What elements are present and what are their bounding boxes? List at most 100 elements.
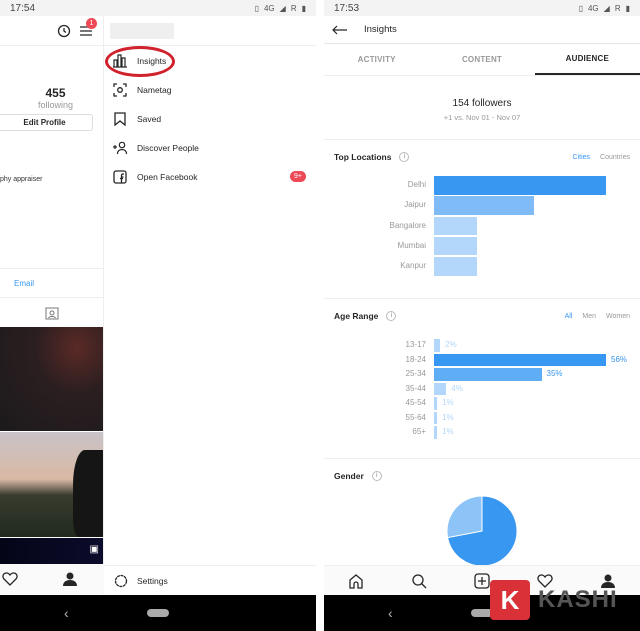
username-placeholder — [110, 22, 174, 39]
back-arrow-icon[interactable] — [332, 25, 348, 35]
age-bar — [434, 339, 441, 352]
info-icon[interactable]: i — [386, 311, 397, 321]
age-label: 35-44 — [405, 383, 426, 393]
age-range-section: Age Range i All Men Women 13-17 2% 18-24 56%… — [324, 299, 640, 459]
add-person-icon — [112, 140, 128, 156]
insights-header: Insights — [324, 16, 640, 44]
screen-divider — [316, 0, 324, 631]
nametag-icon — [112, 82, 128, 98]
age-bar — [434, 368, 542, 381]
post-thumbnail[interactable] — [0, 432, 103, 537]
age-value-label: 35% — [546, 369, 563, 378]
following-label[interactable]: following — [8, 100, 103, 110]
section-title: Gender — [334, 471, 364, 481]
email-button[interactable]: Email — [0, 268, 103, 298]
watermark-text: KASHI — [538, 586, 618, 613]
new-post-icon[interactable] — [474, 572, 490, 589]
search-icon[interactable] — [411, 573, 427, 589]
home-icon[interactable] — [348, 573, 364, 589]
profile-panel: 1 455 following Edit Profile phy apprais… — [0, 16, 104, 595]
location-label: Jaipur — [404, 200, 426, 210]
menu-item-label: Nametag — [137, 84, 172, 95]
age-label: 18-24 — [405, 354, 426, 364]
edit-profile-button[interactable]: Edit Profile — [0, 114, 93, 131]
age-value-label: 4% — [451, 383, 463, 393]
section-title: Top Locations — [334, 152, 392, 162]
info-icon[interactable]: i — [399, 152, 410, 162]
insights-tabs: ACTIVITY CONTENT AUDIENCE — [324, 44, 640, 76]
age-value-label: 56% — [611, 354, 628, 364]
menu-item-open-facebook[interactable]: Open Facebook 9+ — [104, 162, 316, 191]
info-icon[interactable]: i — [371, 471, 382, 481]
bookmark-icon — [112, 111, 128, 127]
post-thumbnail[interactable] — [0, 327, 103, 431]
filter-cities[interactable]: Cities — [573, 154, 591, 161]
location-bar — [434, 196, 534, 215]
facebook-notification-badge: 9+ — [290, 171, 306, 182]
network-type: 4G — [263, 3, 275, 13]
android-home-button[interactable] — [147, 609, 169, 617]
menu-item-label: Saved — [137, 113, 162, 124]
facebook-icon — [112, 169, 128, 185]
age-value-label: 1% — [442, 427, 454, 436]
age-bar — [434, 353, 606, 366]
age-bar — [434, 382, 447, 395]
roaming-indicator: R — [290, 3, 297, 13]
age-bar — [434, 426, 438, 439]
tagged-tab[interactable] — [0, 298, 103, 328]
post-thumbnail[interactable]: ▣ — [0, 538, 103, 564]
section-title: Age Range — [334, 311, 379, 321]
menu-item-saved[interactable]: Saved — [104, 104, 316, 133]
filter-men[interactable]: Men — [582, 313, 596, 320]
menu-item-insights[interactable]: Insights — [104, 46, 316, 77]
location-bar — [434, 257, 477, 276]
age-value-label: 2% — [445, 340, 457, 349]
age-bar — [434, 397, 438, 410]
bottom-nav — [0, 564, 104, 594]
age-label: 65+ — [412, 427, 426, 436]
filter-all[interactable]: All — [565, 313, 573, 320]
top-locations-section: Top Locations i Cities Countries Delhi Jai… — [324, 140, 640, 299]
menu-item-label: Open Facebook — [137, 171, 198, 182]
location-label: Kanpur — [400, 261, 426, 271]
location-bar — [434, 236, 477, 256]
settings-label: Settings — [137, 575, 168, 586]
location-label: Bangalore — [389, 220, 426, 230]
status-time: 17:54 — [10, 2, 36, 14]
status-bar: 17:54 ▯ 4G ◢ R ▮ — [0, 0, 316, 16]
signal-icon: ◢ — [279, 3, 286, 13]
watermark-k: K — [490, 580, 530, 620]
profile-bio: phy appraiser — [0, 176, 43, 183]
location-bar — [434, 176, 606, 195]
followers-count: 154 followers — [452, 98, 512, 109]
followers-summary: 154 followers +1 vs. Nov 01 - Nov 07 — [324, 76, 640, 140]
menu-item-discover-people[interactable]: Discover People — [104, 133, 316, 162]
tab-content[interactable]: CONTENT — [429, 44, 534, 75]
status-bar: 17:53 ▯ 4G ◢ R ▮ — [324, 0, 640, 16]
location-label: Mumbai — [397, 240, 426, 250]
android-back-button[interactable]: ‹ — [64, 605, 69, 621]
profile-icon[interactable] — [62, 571, 78, 587]
network-type: 4G — [587, 3, 599, 13]
age-value-label: 1% — [442, 398, 454, 407]
following-count[interactable]: 455 — [8, 86, 103, 100]
vibrate-icon: ▯ — [254, 3, 259, 13]
tab-activity[interactable]: ACTIVITY — [324, 44, 429, 75]
tab-audience[interactable]: AUDIENCE — [534, 44, 640, 75]
filter-women[interactable]: Women — [606, 313, 630, 320]
tagged-photos-icon — [45, 307, 58, 320]
age-bar — [434, 411, 438, 424]
notification-badge: 1 — [86, 18, 97, 29]
menu-item-settings[interactable]: Settings — [104, 565, 316, 595]
menu-item-nametag[interactable]: Nametag — [104, 75, 316, 104]
android-back-button[interactable]: ‹ — [388, 605, 393, 621]
watermark-logo: K KASHI — [490, 580, 618, 620]
age-label: 55-64 — [405, 412, 426, 422]
profile-header: 1 — [0, 16, 103, 46]
heart-icon[interactable] — [2, 572, 18, 586]
filter-countries[interactable]: Countries — [600, 154, 630, 161]
archive-history-icon[interactable] — [57, 24, 71, 38]
location-bar — [434, 216, 477, 236]
roaming-indicator: R — [614, 3, 621, 13]
battery-icon: ▮ — [301, 3, 306, 13]
